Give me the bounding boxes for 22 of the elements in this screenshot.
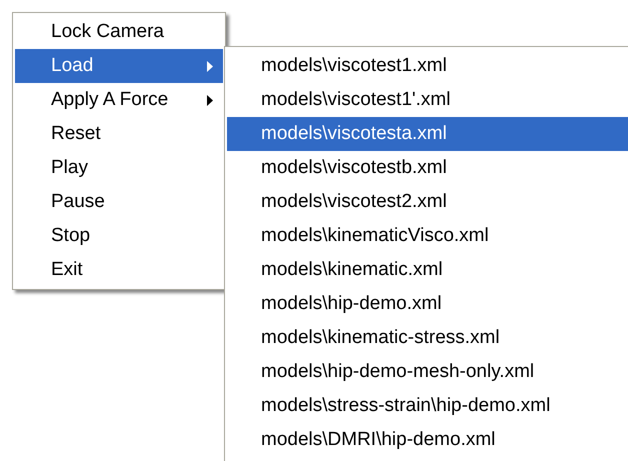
menu-item[interactable]: models\DMRI\hip-demo.xml	[227, 423, 628, 457]
menu-item[interactable]: Play	[15, 151, 223, 185]
menu-item[interactable]: models\kinematic.xml	[227, 253, 628, 287]
menu-item[interactable]: Load	[15, 49, 223, 83]
menu-item[interactable]: models\viscotest1'.xml	[227, 83, 628, 117]
submenu-arrow-icon	[207, 94, 213, 106]
menu-item[interactable]: models\kinematicVisco.xml	[227, 219, 628, 253]
menu-item[interactable]: Stop	[15, 219, 223, 253]
menu-item[interactable]: models\viscotest2.xml	[227, 185, 628, 219]
submenu-arrow-icon	[207, 60, 213, 72]
menu-item[interactable]: Pause	[15, 185, 223, 219]
menu-item[interactable]: Exit	[15, 253, 223, 287]
menu-item[interactable]: models\stress-strain\hip-demo.xml	[227, 389, 628, 423]
menu-item[interactable]: models\kinematic-stress.xml	[227, 321, 628, 355]
menu-item[interactable]: Reset	[15, 117, 223, 151]
menu-item[interactable]: models\viscotestb.xml	[227, 151, 628, 185]
menu-item[interactable]: Apply A Force	[15, 83, 223, 117]
menu-item[interactable]: models\hip-demo-mesh-only.xml	[227, 355, 628, 389]
menu-item[interactable]: models\viscotesta.xml	[227, 117, 628, 151]
menu-item[interactable]: models\hip-demo.xml	[227, 287, 628, 321]
menu-item[interactable]: models\viscotest1.xml	[227, 49, 628, 83]
menu-item[interactable]: Lock Camera	[15, 15, 223, 49]
